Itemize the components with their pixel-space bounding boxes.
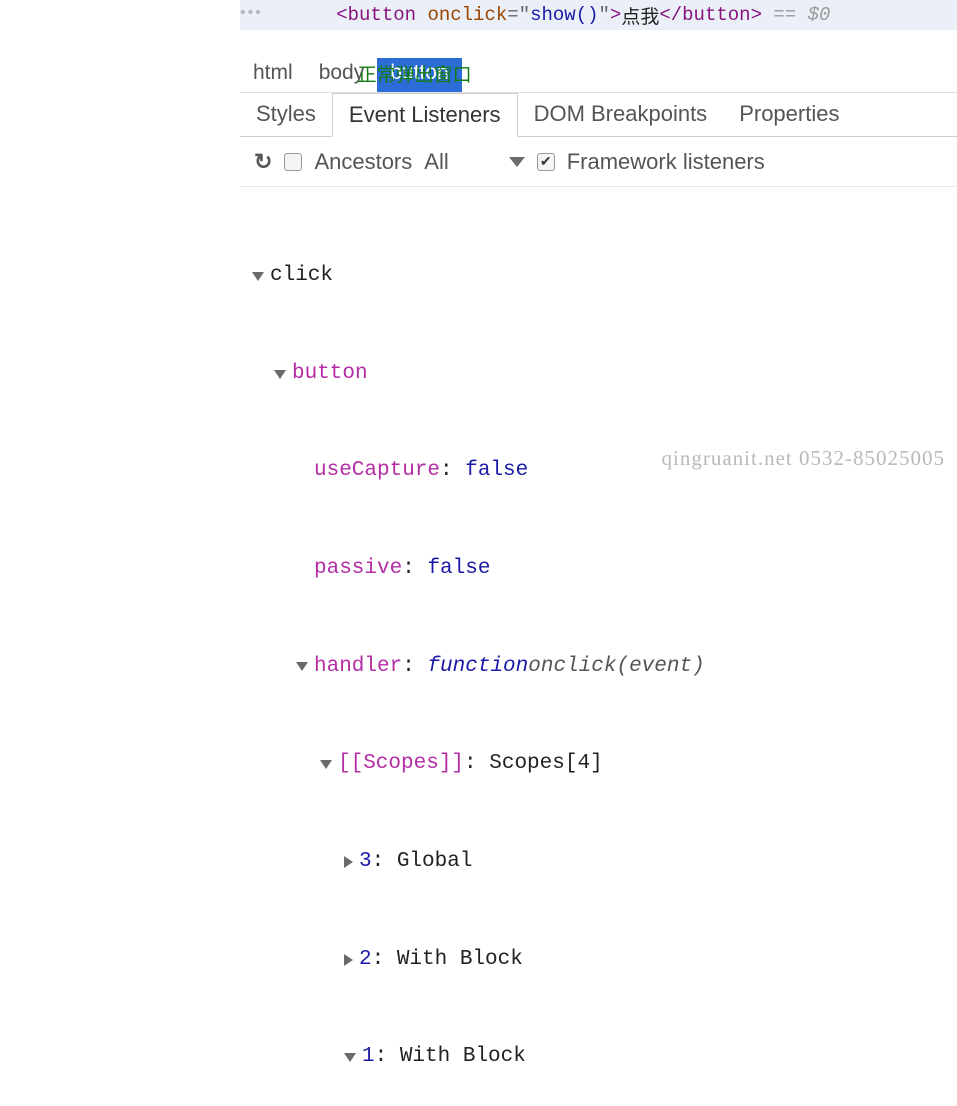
code-gt: > — [610, 4, 621, 26]
tree-passive: passive: false — [252, 553, 945, 586]
scopes-val: Scopes[4] — [489, 748, 602, 781]
code-q2: " — [599, 4, 610, 26]
disclosure-icon[interactable] — [344, 1053, 356, 1062]
code-tag-close: button — [682, 4, 750, 26]
tree-scope-2[interactable]: 2: With Block — [252, 944, 945, 977]
ancestors-checkbox[interactable] — [284, 153, 302, 171]
code-lt: < — [336, 4, 347, 26]
code-attr-name: onclick — [427, 4, 507, 26]
disclosure-icon[interactable] — [296, 662, 308, 671]
filter-select[interactable]: All — [424, 149, 524, 175]
fn-sig: onclick(event) — [528, 651, 704, 684]
disclosure-icon[interactable] — [344, 954, 353, 966]
code-attr-val: show() — [530, 4, 598, 26]
source-line-selected[interactable]: ••• <button onclick="show()">点我</button>… — [240, 0, 957, 30]
code-comment: 正常弹出窗口 — [358, 65, 472, 87]
disclosure-icon[interactable] — [344, 856, 353, 868]
scopes-key: [[Scopes]] — [338, 748, 464, 781]
scope-val: Global — [397, 846, 473, 879]
framework-label: Framework listeners — [567, 149, 765, 175]
code-close-lt: </ — [659, 4, 682, 26]
fn-keyword: function — [427, 651, 528, 684]
tree-target[interactable]: button — [252, 358, 945, 391]
event-tree: click button useCapture: false passive: … — [240, 187, 957, 1106]
prop-key: handler — [314, 651, 402, 684]
scope-val: With Block — [400, 1041, 526, 1074]
code-eq: = — [507, 4, 518, 26]
crumb-html[interactable]: html — [240, 58, 306, 92]
watermark: qingruanit.net 0532-85025005 — [662, 446, 945, 471]
ellipsis-icon: ••• — [238, 4, 261, 22]
code-text: 点我 — [621, 2, 659, 29]
scope-index: 3 — [359, 846, 372, 879]
source-line-next: 正常弹出窗口 — [312, 38, 472, 109]
left-gutter — [0, 0, 240, 553]
devtools-main: ••• <button onclick="show()">点我</button>… — [240, 0, 957, 553]
chevron-down-icon — [509, 157, 525, 167]
code-close-gt: > — [751, 4, 762, 26]
prop-val: false — [465, 455, 528, 488]
code-eq0: == $0 — [762, 4, 830, 26]
event-listeners-toolbar: ↻ Ancestors All ✔ Framework listeners — [240, 137, 957, 187]
tree-scope-1[interactable]: 1: With Block — [252, 1041, 945, 1074]
tree-scopes[interactable]: [[Scopes]]: Scopes[4] — [252, 748, 945, 781]
tab-properties[interactable]: Properties — [723, 93, 855, 136]
refresh-icon[interactable]: ↻ — [254, 149, 272, 175]
prop-key: useCapture — [314, 455, 440, 488]
framework-checkbox[interactable]: ✔ — [537, 153, 555, 171]
disclosure-icon[interactable] — [320, 760, 332, 769]
ancestors-label: Ancestors — [314, 149, 412, 175]
prop-key: passive — [314, 553, 402, 586]
scope-index: 1 — [362, 1041, 375, 1074]
event-name: click — [270, 260, 333, 293]
code-q1: " — [519, 4, 530, 26]
prop-val: false — [427, 553, 490, 586]
tab-dom-breakpoints[interactable]: DOM Breakpoints — [518, 93, 724, 136]
tree-handler[interactable]: handler: function onclick(event) — [252, 651, 945, 684]
disclosure-icon[interactable] — [252, 272, 264, 281]
target-name: button — [292, 358, 368, 391]
filter-value: All — [424, 149, 448, 175]
disclosure-icon[interactable] — [274, 370, 286, 379]
tree-event-click[interactable]: click — [252, 260, 945, 293]
code-tag-open: button — [348, 4, 416, 26]
tree-scope-3[interactable]: 3: Global — [252, 846, 945, 879]
scope-index: 2 — [359, 944, 372, 977]
scope-val: With Block — [397, 944, 523, 977]
